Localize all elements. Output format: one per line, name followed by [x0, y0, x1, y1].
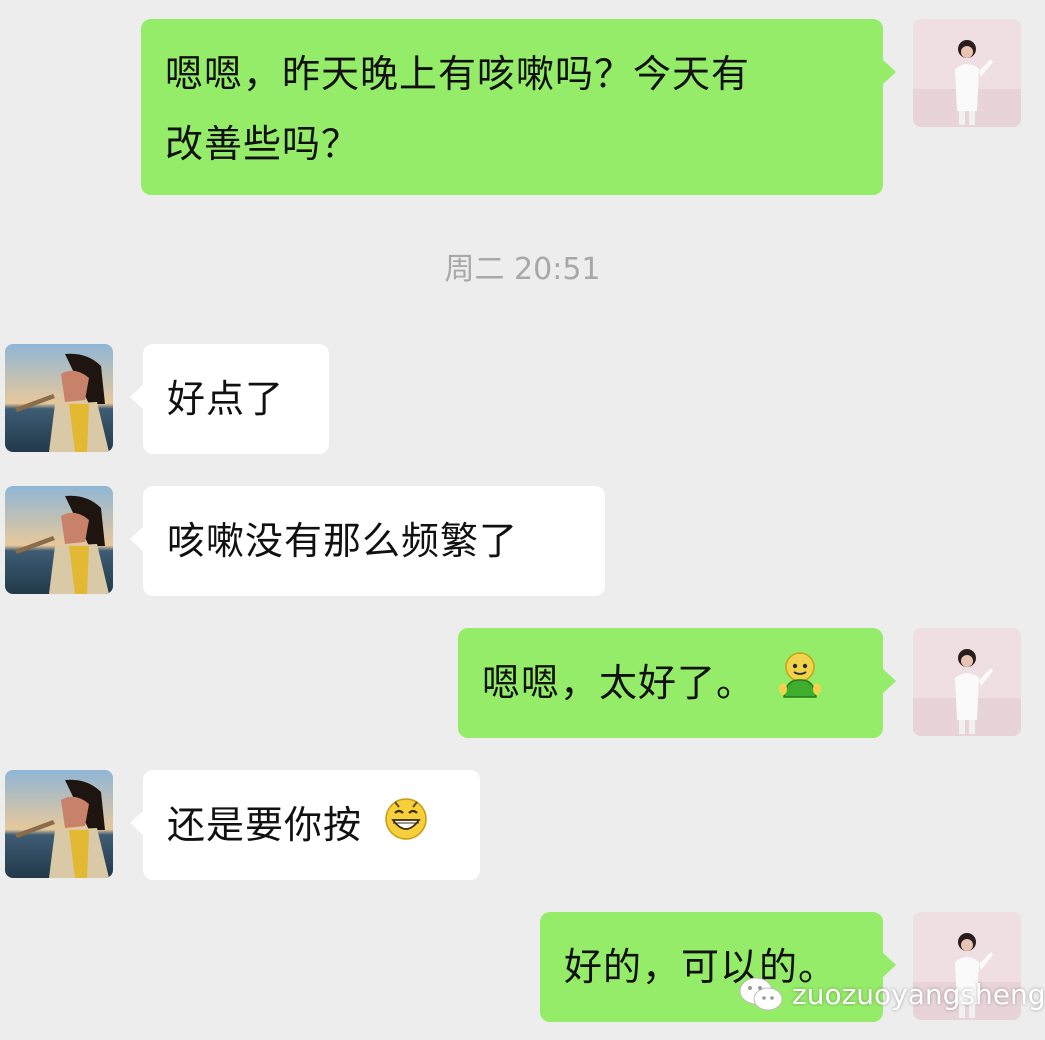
contact-message-bubble[interactable]: 咳嗽没有那么频繁了 — [130, 486, 605, 596]
contact-avatar[interactable] — [5, 486, 113, 594]
watermark-text: zuozuoyangsheng — [792, 977, 1045, 1011]
wechat-logo-icon — [739, 977, 783, 1011]
message-text: 还是要你按 — [167, 803, 363, 847]
my-message-bubble[interactable]: 嗯嗯，昨天晚上有咳嗽吗？今天有 改善些吗？ — [141, 19, 896, 195]
my-message-bubble[interactable]: 嗯嗯，太好了。 — [458, 628, 896, 738]
message-text: 嗯嗯，太好了。 — [482, 661, 756, 705]
chat-timestamp: 周二 20:51 — [444, 252, 601, 287]
watermark: zuozuoyangsheng — [738, 972, 1045, 1016]
green-person-emoji-icon — [774, 649, 826, 723]
contact-message-bubble[interactable]: 还是要你按 — [130, 770, 480, 880]
contact-avatar[interactable] — [5, 344, 113, 452]
message-text: 好点了 — [167, 377, 285, 421]
message-text: 咳嗽没有那么频繁了 — [167, 519, 519, 563]
contact-message-bubble[interactable]: 好点了 — [130, 344, 329, 454]
message-text-line1: 嗯嗯，昨天晚上有咳嗽吗？今天有 — [165, 52, 751, 96]
grin-emoji-icon — [381, 792, 431, 864]
my-avatar[interactable] — [913, 628, 1021, 736]
my-avatar[interactable] — [913, 19, 1021, 127]
message-text-line2: 改善些吗？ — [165, 122, 361, 166]
contact-avatar[interactable] — [5, 770, 113, 878]
